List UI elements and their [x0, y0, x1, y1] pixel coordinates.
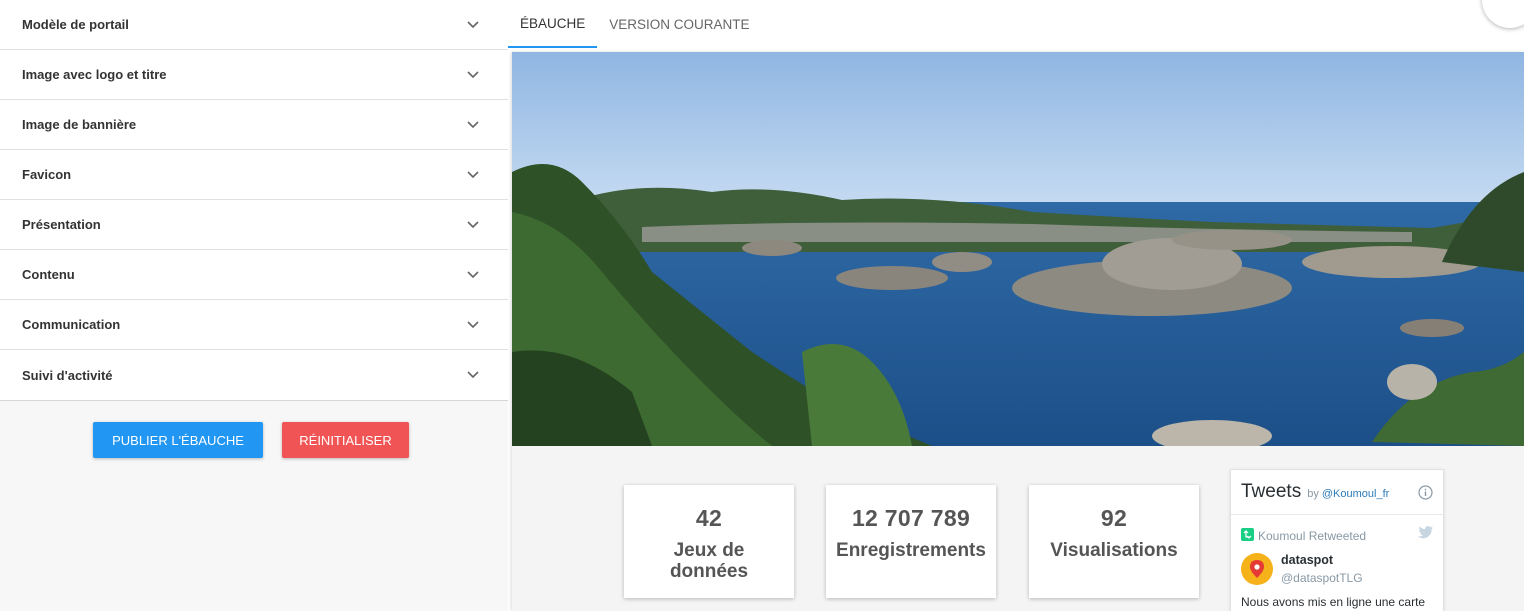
accordion-item-logo-title-image[interactable]: Image avec logo et titre — [0, 50, 508, 100]
reset-button[interactable]: RÉINITIALISER — [282, 422, 409, 458]
stat-value: 12 707 789 — [851, 505, 971, 531]
banner-image — [512, 52, 1524, 446]
accordion-label: Suivi d'activité — [22, 367, 113, 383]
stat-value: 42 — [695, 505, 723, 531]
twitter-bird-icon — [1417, 526, 1433, 542]
twitter-widget: Tweets by @Koumoul_fr Koumoul Retweeted — [1230, 469, 1444, 611]
stat-label: Jeux de données — [669, 540, 749, 582]
chevron-down-icon — [466, 168, 480, 182]
settings-panel: Modèle de portail Image avec logo et tit… — [0, 0, 508, 611]
twitter-widget-title: Tweets — [1241, 481, 1302, 502]
accordion-label: Favicon — [22, 167, 72, 182]
chevron-down-icon — [466, 68, 480, 82]
chevron-down-icon — [466, 118, 480, 132]
chevron-down-icon — [466, 318, 480, 332]
chevron-down-icon — [466, 368, 480, 382]
stat-label: Visualisations — [1050, 540, 1178, 561]
tab-draft[interactable]: ÉBAUCHE — [508, 0, 598, 48]
twitter-widget-header: Tweets by @Koumoul_fr — [1231, 470, 1443, 515]
tweet-author-handle[interactable]: @dataspotTLG — [1281, 571, 1363, 585]
accordion-label: Modèle de portail — [22, 17, 129, 32]
chevron-down-icon — [466, 268, 480, 282]
chevron-down-icon — [466, 218, 480, 232]
accordion-label: Communication — [22, 317, 121, 332]
stat-label: Enregistrements — [836, 540, 986, 561]
accordion-item-activity-tracking[interactable]: Suivi d'activité — [0, 350, 508, 400]
retweet-text: Koumoul Retweeted — [1258, 529, 1367, 543]
stat-card-records: 12 707 789 Enregistrements — [826, 485, 996, 598]
action-buttons: PUBLIER L'ÉBAUCHE RÉINITIALISER — [0, 422, 508, 458]
tweet-author-name[interactable]: dataspot — [1281, 553, 1363, 567]
retweet-icon — [1241, 528, 1254, 544]
portal-preview: 42 Jeux de données 12 707 789 Enregistre… — [512, 52, 1524, 611]
info-icon[interactable] — [1418, 485, 1433, 500]
twitter-handle-link[interactable]: @Koumoul_fr — [1322, 488, 1389, 500]
accordion-label: Image avec logo et titre — [22, 67, 167, 82]
stat-value: 92 — [1100, 505, 1128, 531]
retweet-line: Koumoul Retweeted — [1231, 515, 1443, 544]
publish-draft-button[interactable]: PUBLIER L'ÉBAUCHE — [93, 422, 263, 458]
stat-card-datasets: 42 Jeux de données — [624, 485, 794, 598]
accordion-item-presentation[interactable]: Présentation — [0, 200, 508, 250]
accordion-item-banner-image[interactable]: Image de bannière — [0, 100, 508, 150]
version-tabs: ÉBAUCHE VERSION COURANTE — [508, 0, 1524, 48]
accordion-item-portal-template[interactable]: Modèle de portail — [0, 0, 508, 50]
accordion-item-favicon[interactable]: Favicon — [0, 150, 508, 200]
twitter-widget-byline: by @Koumoul_fr — [1307, 488, 1389, 500]
settings-accordion: Modèle de portail Image avec logo et tit… — [0, 0, 508, 401]
accordion-label: Présentation — [22, 217, 101, 232]
chevron-down-icon — [466, 18, 480, 32]
tab-current-version[interactable]: VERSION COURANTE — [597, 0, 761, 48]
accordion-item-communication[interactable]: Communication — [0, 300, 508, 350]
tweet-author[interactable]: dataspot @dataspotTLG — [1231, 544, 1443, 585]
avatar[interactable] — [1241, 553, 1273, 585]
accordion-label: Image de bannière — [22, 117, 137, 132]
accordion-item-content[interactable]: Contenu — [0, 250, 508, 300]
tweet-text: Nous avons mis en ligne une carte — [1241, 595, 1426, 609]
stat-card-visualizations: 92 Visualisations — [1029, 485, 1199, 598]
byline-prefix: by — [1307, 488, 1319, 500]
preview-panel: ÉBAUCHE VERSION COURANTE 42 Jeux de donn… — [508, 0, 1524, 611]
accordion-label: Contenu — [22, 267, 75, 282]
